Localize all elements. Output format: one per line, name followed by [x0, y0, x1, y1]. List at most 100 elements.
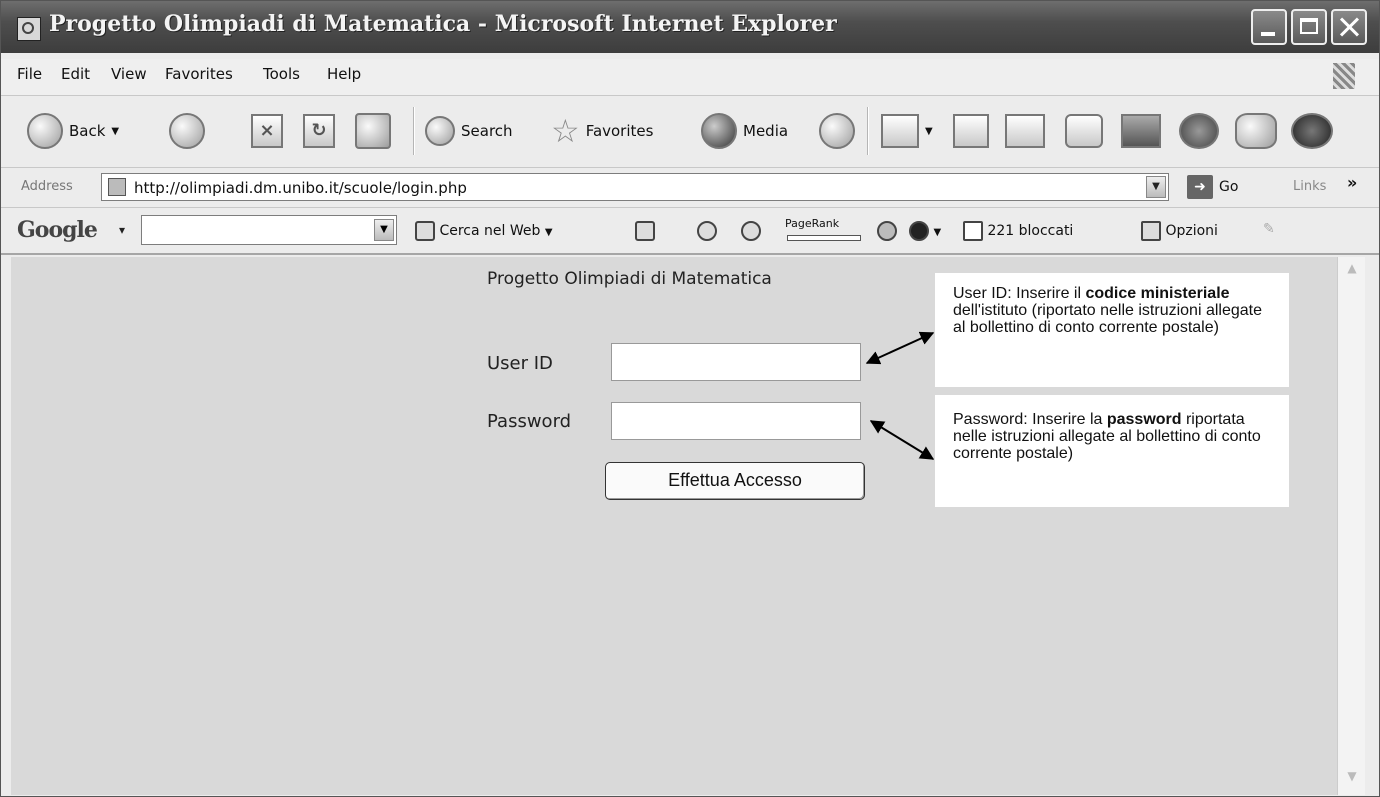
media-button[interactable]: Media: [701, 111, 788, 151]
userid-note-rest: dell'istituto (riportato nelle istruzion…: [953, 302, 1262, 336]
standard-toolbar: Back ▼ × ↻ Search ☆ Favorites Media ▼: [1, 97, 1379, 168]
stop-button[interactable]: ×: [251, 111, 283, 151]
refresh-button[interactable]: ↻: [303, 111, 335, 151]
password-input[interactable]: [611, 402, 861, 440]
page-info-button[interactable]: [877, 221, 897, 241]
address-label: Address: [21, 179, 73, 194]
menu-bar: File Edit View Favorites Tools Help: [1, 59, 1379, 96]
menu-favorites[interactable]: Favorites: [165, 65, 233, 83]
browser-window: Progetto Olimpiadi di Matematica - Micro…: [0, 0, 1380, 797]
page-title: Progetto Olimpiadi di Matematica: [487, 269, 772, 289]
minimize-button[interactable]: [1251, 9, 1287, 45]
title-bar: Progetto Olimpiadi di Matematica - Micro…: [1, 1, 1379, 53]
media-icon: [701, 113, 737, 149]
pagerank-label: PageRank: [785, 217, 840, 230]
news-button[interactable]: [635, 221, 655, 241]
highlight-pen-icon[interactable]: ✎: [1263, 221, 1275, 237]
popup-blocker-button[interactable]: 221 bloccati: [963, 221, 1073, 241]
star-icon: ☆: [551, 112, 580, 150]
edit-icon: [1005, 114, 1045, 148]
menu-help[interactable]: Help: [327, 65, 361, 83]
vertical-scrollbar[interactable]: ▲ ▼: [1337, 257, 1366, 795]
menu-file[interactable]: File: [17, 65, 42, 83]
maximize-button[interactable]: [1291, 9, 1327, 45]
chevron-down-icon[interactable]: ▼: [374, 219, 394, 241]
favorites-button[interactable]: ☆ Favorites: [551, 111, 653, 151]
history-button[interactable]: [819, 111, 855, 151]
google-menu-chevron-icon[interactable]: ▾: [119, 223, 125, 237]
address-input[interactable]: http://olimpiadi.dm.unibo.it/scuole/logi…: [101, 173, 1169, 201]
info-icon: [909, 221, 929, 241]
scroll-down-icon[interactable]: ▼: [1342, 769, 1362, 791]
links-chevron-icon[interactable]: »: [1347, 173, 1357, 192]
research-button[interactable]: [1121, 111, 1161, 151]
options-button[interactable]: Opzioni: [1141, 221, 1218, 241]
menu-view[interactable]: View: [111, 65, 147, 83]
close-button[interactable]: [1331, 9, 1367, 45]
password-note-text: Password: Inserire la: [953, 411, 1107, 428]
password-arrow: [869, 420, 935, 460]
window-title: Progetto Olimpiadi di Matematica - Micro…: [49, 11, 837, 37]
userid-label: User ID: [487, 353, 553, 374]
go-label: Go: [1219, 179, 1239, 195]
google-search-input[interactable]: ▼: [141, 215, 397, 245]
popup-blocker-icon: [963, 221, 983, 241]
history-icon: [819, 113, 855, 149]
links-button[interactable]: Links: [1293, 179, 1326, 194]
google-toolbar: Google ▾ ▼ Cerca nel Web ▼ PageRank ▼ 22…: [1, 209, 1379, 255]
home-icon: [355, 113, 391, 149]
userid-input[interactable]: [611, 343, 861, 381]
back-button[interactable]: Back ▼: [27, 111, 119, 151]
search-label: Search: [461, 122, 513, 140]
forward-arrow-icon: [169, 113, 205, 149]
address-url: http://olimpiadi.dm.unibo.it/scuole/logi…: [134, 179, 467, 197]
search-web-label: Cerca nel Web: [439, 223, 541, 239]
vote-down-button[interactable]: [741, 221, 761, 241]
scroll-up-icon[interactable]: ▲: [1342, 261, 1362, 283]
hand-icon: [877, 221, 897, 241]
happy-face-icon: [697, 221, 717, 241]
blocked-count: 221 bloccati: [987, 223, 1074, 239]
back-dropdown-icon: ▼: [111, 125, 120, 137]
menu-edit[interactable]: Edit: [61, 65, 90, 83]
media-label: Media: [743, 122, 789, 140]
google-search-web-button[interactable]: Cerca nel Web ▼: [415, 221, 553, 241]
extension-icon: [1235, 113, 1277, 149]
info-button[interactable]: ▼: [909, 221, 941, 241]
go-button[interactable]: ➜ Go: [1187, 175, 1238, 199]
windows-logo-icon: [1333, 63, 1355, 89]
print-button[interactable]: [953, 111, 989, 151]
mail-icon: [881, 114, 919, 148]
binoculars-icon: [415, 221, 435, 241]
login-button[interactable]: Effettua Accesso: [605, 462, 865, 500]
stop-icon: ×: [251, 114, 283, 148]
google-logo[interactable]: Google: [17, 217, 98, 243]
options-label: Opzioni: [1165, 223, 1218, 239]
userid-note-bold: codice ministeriale: [1085, 285, 1230, 302]
annotation-arrows: [865, 331, 935, 460]
discuss-button[interactable]: [1065, 111, 1103, 151]
back-arrow-icon: [27, 113, 63, 149]
messenger-button[interactable]: [1179, 111, 1219, 151]
back-label: Back: [69, 122, 106, 140]
address-bar: Address http://olimpiadi.dm.unibo.it/scu…: [1, 169, 1379, 208]
research-icon: [1121, 114, 1161, 148]
menu-tools[interactable]: Tools: [263, 65, 300, 83]
userid-note-text: User ID: Inserire il: [953, 285, 1086, 302]
edit-button[interactable]: [1005, 111, 1045, 151]
sad-face-icon: [741, 221, 761, 241]
vote-up-button[interactable]: [697, 221, 717, 241]
mail-button[interactable]: ▼: [881, 111, 933, 151]
forward-button[interactable]: [169, 111, 205, 151]
tool-extra2-button[interactable]: [1291, 111, 1333, 151]
page-viewport: Progetto Olimpiadi di Matematica User ID…: [11, 257, 1337, 795]
news-icon: [635, 221, 655, 241]
tool-extra-button[interactable]: [1235, 111, 1277, 151]
print-icon: [953, 114, 989, 148]
mail-dropdown-icon: ▼: [925, 125, 933, 137]
password-help-note: Password: Inserire la password riportata…: [935, 395, 1289, 507]
home-button[interactable]: [355, 111, 391, 151]
chevron-down-icon[interactable]: ▼: [1146, 176, 1166, 198]
password-label: Password: [487, 411, 572, 432]
search-button[interactable]: Search: [425, 111, 513, 151]
